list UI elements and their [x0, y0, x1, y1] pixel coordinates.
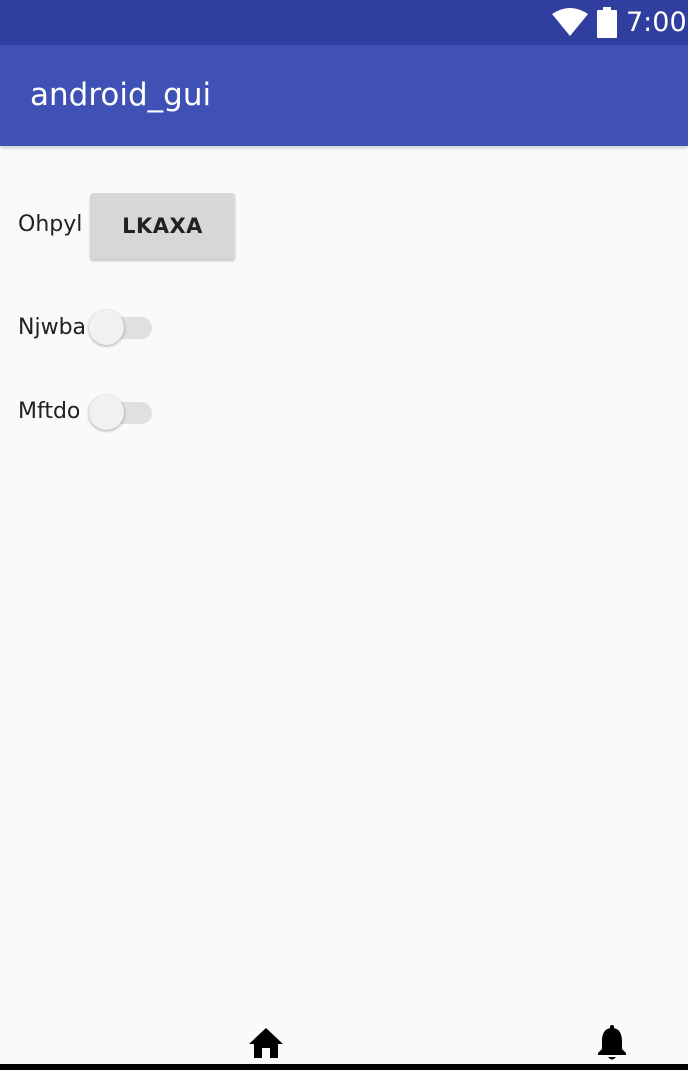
app-bar: android_gui [0, 45, 688, 146]
mftdo-label: Mftdo [18, 399, 81, 424]
bell-icon[interactable] [596, 1025, 628, 1065]
ohpyl-label: Ohpyl [18, 212, 83, 237]
lkaxa-button-label: LKAXA [122, 214, 203, 238]
battery-icon [597, 7, 617, 42]
njwba-label: Njwba [18, 315, 87, 340]
home-icon[interactable] [248, 1027, 284, 1063]
njwba-switch[interactable] [86, 308, 156, 348]
navigation-bar-edge [0, 1064, 688, 1070]
status-time: 7:00 [626, 7, 687, 38]
mftdo-switch[interactable] [86, 393, 156, 433]
switch-thumb [89, 395, 124, 430]
wifi-icon [552, 8, 588, 41]
app-title: android_gui [30, 77, 212, 113]
switch-thumb [89, 310, 124, 345]
status-bar: 7:00 [0, 0, 688, 45]
lkaxa-button[interactable]: LKAXA [90, 193, 235, 259]
screen: 7:00 android_gui Ohpyl LKAXA Njwba Mftdo [0, 0, 688, 1070]
